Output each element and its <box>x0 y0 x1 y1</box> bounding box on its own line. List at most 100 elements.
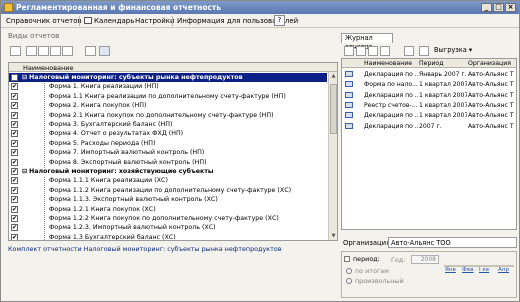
journal-row[interactable]: Форма по нало...1 квартал 2007...Авто-Ал… <box>342 79 516 89</box>
export-button[interactable]: Выгрузка ▾ <box>434 46 472 54</box>
row-checkbox[interactable]: ✔ <box>11 215 18 222</box>
column-name-header[interactable]: Наименование <box>23 64 74 72</box>
tree-row-form[interactable]: ✔ Форма 5. Расходы периода (НП) <box>9 139 327 148</box>
journal-cell-organization: Авто-Альянс Т <box>468 81 514 89</box>
row-checkbox[interactable]: ✔ <box>11 130 18 138</box>
journal-cell-organization: Авто-Альянс Т <box>468 122 514 130</box>
scroll-up-icon[interactable]: ▲ <box>330 73 337 80</box>
new-document-icon[interactable] <box>344 46 354 56</box>
tree-row-group[interactable]: ✔ ⊟ Налоговый мониторинг: субъекты рынка н… <box>9 73 327 82</box>
menu-separator <box>172 16 173 26</box>
row-checkbox[interactable]: ✔ <box>11 74 18 81</box>
add-icon[interactable] <box>10 46 21 56</box>
row-checkbox[interactable]: ✔ <box>11 139 18 147</box>
tree-mode-icon[interactable] <box>99 46 110 56</box>
collapse-icon[interactable]: ⊟ <box>22 74 27 81</box>
month-feb[interactable]: Фев <box>462 267 474 273</box>
journal-row[interactable]: Декларация по ...1 квартал 2007...Авто-А… <box>342 90 516 100</box>
period-checkbox[interactable] <box>344 256 350 262</box>
radio-totals-label: по итогам <box>355 267 390 275</box>
journal-cell-name: Декларация по ... <box>364 91 418 99</box>
delete-document-icon[interactable] <box>380 46 390 56</box>
month-q1[interactable]: I кв <box>479 267 489 273</box>
radio-custom-label: произвольный <box>355 277 404 285</box>
journal-cell-period: 1 квартал 2007... <box>419 101 467 109</box>
menu-settings[interactable]: Настройки <box>135 17 175 25</box>
journal-row[interactable]: Декларация по ... 2007 г. Авто-Альянс Т <box>342 121 516 131</box>
tree-row-form[interactable]: ✔ Форма 3. Бухгалтерский баланс (НП) <box>9 120 327 129</box>
tree-row-form[interactable]: ✔ Форма 4. Отчет о результатах ФХД (НП) <box>9 129 327 138</box>
journal-row[interactable]: Декларация по ...1 квартал 2007...Авто-А… <box>342 110 516 120</box>
tree-row-form[interactable]: ✔ Форма 1.1.1 Книга реализации (ХС) <box>9 176 327 185</box>
radio-custom[interactable] <box>346 278 352 284</box>
menu-reports-directory[interactable]: Справочник отчетов <box>6 17 82 25</box>
scroll-down-icon[interactable]: ▼ <box>330 233 337 240</box>
tree-row-form[interactable]: ✔ Форма 8. Экспортный валютный контроль (… <box>9 158 327 167</box>
title-bar[interactable]: Регламентированная и финансовая отчетнос… <box>1 1 519 14</box>
minimize-button[interactable]: _ <box>481 3 492 12</box>
row-checkbox[interactable]: ✔ <box>11 168 18 175</box>
tree-scrollbar[interactable]: ▲ ▼ <box>328 72 337 240</box>
row-checkbox[interactable]: ✔ <box>11 158 18 166</box>
document-icon <box>345 71 353 77</box>
tree-row-form[interactable]: ✔ Форма 1.1 Книга реализации по дополните… <box>9 92 327 101</box>
help-button[interactable]: ? <box>274 15 285 26</box>
refresh-icon[interactable] <box>85 46 96 56</box>
tree-row-group[interactable]: ✔ ⊟ Налоговый мониторинг: хозяйствующие су… <box>9 167 327 176</box>
menu-separator <box>79 16 80 26</box>
tree-header: Наименование <box>9 63 337 72</box>
tree-row-label: Налоговый мониторинг: хозяйствующие субъ… <box>29 168 214 175</box>
tree-row-form[interactable]: ✔ Форма 1.1.2 Книга реализации по дополни… <box>9 186 327 195</box>
row-checkbox[interactable]: ✔ <box>11 83 18 91</box>
journal-cell-period: 1 квартал 2007... <box>419 81 467 89</box>
tree-row-form[interactable]: ✔ Форма 1.2.1 Книга покупок (ХС) <box>9 205 327 214</box>
copy-document-icon[interactable] <box>356 46 366 56</box>
row-checkbox[interactable]: ✔ <box>11 111 18 119</box>
row-checkbox[interactable]: ✔ <box>11 102 18 110</box>
col-period[interactable]: Период <box>419 60 443 67</box>
refresh-journal-icon[interactable] <box>404 46 414 56</box>
radio-totals[interactable] <box>346 268 352 274</box>
row-checkbox[interactable]: ✔ <box>11 149 18 157</box>
row-checkbox[interactable]: ✔ <box>11 224 18 232</box>
tree-row-form[interactable]: ✔ Форма 7. Импортный валютный контроль (Н… <box>9 148 327 157</box>
status-text: Комплект отчетности Налоговый мониторинг… <box>8 245 282 253</box>
organization-field[interactable]: Авто-Альянс ТОО <box>388 237 517 248</box>
journal-cell-period: 1 квартал 2007... <box>419 112 467 120</box>
row-checkbox[interactable]: ✔ <box>11 92 18 100</box>
folder-icon[interactable] <box>50 46 61 56</box>
tree-row-label: Форма 1.2.3. Импортный валютный контроль… <box>49 224 216 232</box>
tree-row-form[interactable]: ✔ Форма 2.1 Книга покупок по дополнительн… <box>9 111 327 120</box>
scroll-thumb[interactable] <box>330 84 337 134</box>
calendar-icon <box>84 17 92 24</box>
journal-row[interactable]: Реестр счетов-...1 квартал 2007...Авто-А… <box>342 100 516 110</box>
row-checkbox[interactable]: ✔ <box>11 177 18 185</box>
tree-row-form[interactable]: ✔ Форма 2. Книга покупок (НП) <box>9 101 327 110</box>
menu-calendar[interactable]: Календарь <box>84 17 134 25</box>
row-checkbox[interactable]: ✔ <box>11 233 18 240</box>
journal-row[interactable]: Декларация по ... Январь 2007 г. Авто-Алья… <box>342 69 516 79</box>
tree-row-form[interactable]: ✔ Форма 1.2.2 Книга покупок по дополнител… <box>9 214 327 223</box>
month-jan[interactable]: Янв <box>445 267 456 273</box>
tree-row-form[interactable]: ✔ Форма 1.2.3. Импортный валютный контрол… <box>9 223 327 232</box>
hierarchy-icon[interactable] <box>62 46 73 56</box>
print-icon[interactable] <box>419 46 429 56</box>
collapse-icon[interactable]: ⊟ <box>22 168 27 175</box>
edit-icon[interactable] <box>38 46 49 56</box>
tree-row-form[interactable]: ✔ Форма 1. Книга реализации (НП) <box>9 82 327 91</box>
row-checkbox[interactable]: ✔ <box>11 121 18 128</box>
maximize-button[interactable]: □ <box>493 3 504 12</box>
tab-journal[interactable]: Журнал отчетов <box>341 33 393 51</box>
month-apr[interactable]: Апр <box>498 267 509 273</box>
close-button[interactable]: × <box>505 3 516 12</box>
year-field[interactable]: 2008 <box>411 255 439 264</box>
copy-icon[interactable] <box>26 46 37 56</box>
tree-row-form[interactable]: ✔ Форма 1.1.3. Экспортный валютный контро… <box>9 195 327 204</box>
row-checkbox[interactable]: ✔ <box>11 196 18 204</box>
col-organization[interactable]: Организация <box>468 60 511 67</box>
col-name[interactable]: Наименование <box>364 60 412 67</box>
tree-row-form[interactable]: ✔ Форма 1.3 Бухгалтерский баланс (ХС) <box>9 233 327 240</box>
edit-document-icon[interactable] <box>368 46 378 56</box>
row-checkbox[interactable]: ✔ <box>11 205 18 213</box>
row-checkbox[interactable]: ✔ <box>11 186 18 194</box>
